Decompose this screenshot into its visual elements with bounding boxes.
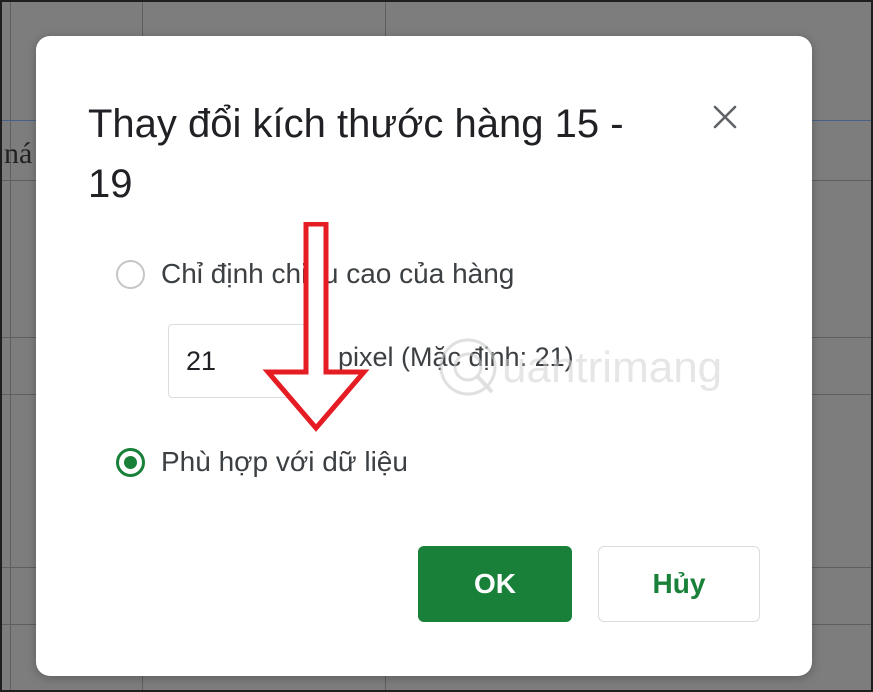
close-icon (713, 105, 737, 129)
radio-dot (124, 455, 137, 469)
close-button[interactable] (704, 96, 746, 138)
row-height-input[interactable] (168, 324, 314, 398)
option-fit-to-data-label: Phù hợp với dữ liệu (161, 446, 408, 477)
ok-button[interactable]: OK (418, 546, 572, 622)
pixel-hint: pixel (Mặc định: 21) (338, 342, 574, 372)
radio-fit-to-data[interactable] (116, 447, 145, 477)
radio-specify-height[interactable] (116, 259, 145, 289)
resize-rows-dialog: Thay đổi kích thước hàng 15 - 19 Chỉ địn… (36, 36, 812, 676)
dialog-title: Thay đổi kích thước hàng 15 - 19 (88, 102, 624, 206)
sheet-grid-line (10, 2, 11, 690)
option-specify-height[interactable]: Chỉ định chiều cao của hàng (116, 258, 514, 290)
sheet-cell-text: ná (4, 137, 33, 170)
option-fit-to-data[interactable]: Phù hợp với dữ liệu (116, 446, 408, 478)
option-specify-height-label: Chỉ định chiều cao của hàng (161, 258, 515, 289)
cancel-button[interactable]: Hủy (598, 546, 760, 622)
